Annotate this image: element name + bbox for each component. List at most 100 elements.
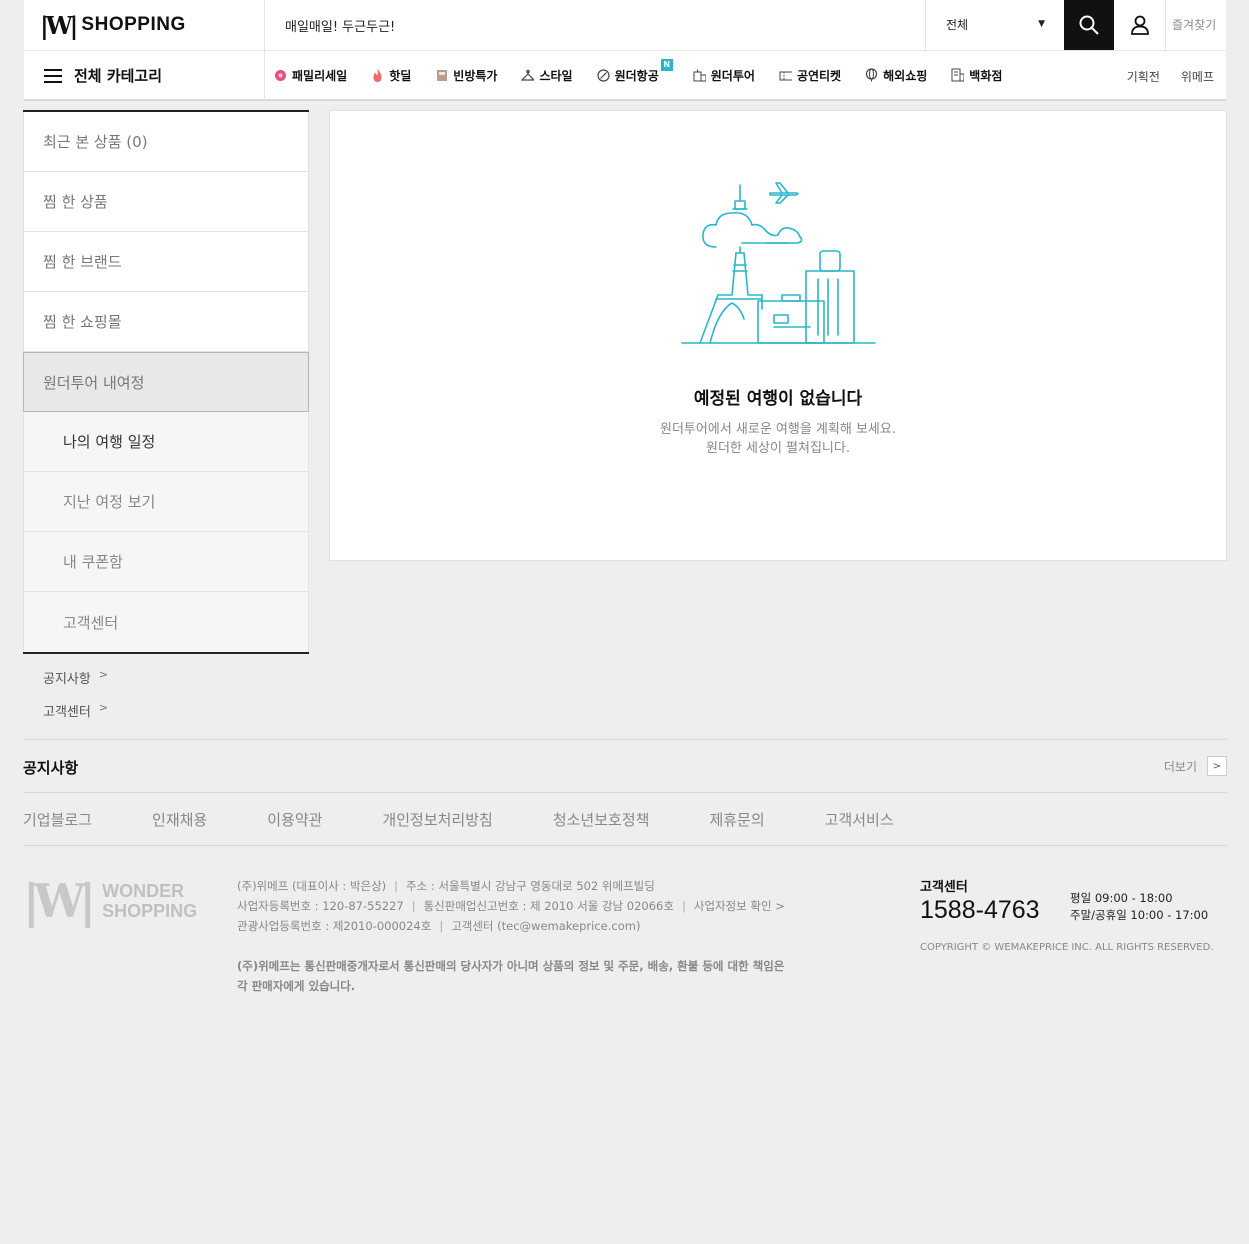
nav-room-deal[interactable]: 빈방특가 <box>435 67 497 84</box>
footer-logo-line: WONDER <box>102 881 185 901</box>
nav-department-store[interactable]: 백화점 <box>951 67 1002 84</box>
tour-icon <box>693 69 706 82</box>
company-info: (주)위메프 (대표이사 : 박은상) | 주소 : 서울특별시 강남구 영동대로 … <box>237 879 785 933</box>
nav-overseas-shopping[interactable]: 해외쇼핑 <box>865 67 927 84</box>
search-input[interactable]: 매일매일! 두근두근! <box>285 16 395 35</box>
empty-desc-line: 원더투어에서 새로운 여행을 계획해 보세요. <box>660 422 896 437</box>
hours-weekend: 주말/공휴일 10:00 - 17:00 <box>1070 908 1209 922</box>
hanger-icon <box>521 69 535 82</box>
footer-link-terms[interactable]: 이용약관 <box>267 809 322 830</box>
chevron-right-icon: > <box>1207 756 1227 776</box>
logo-text: SHOPPING <box>81 14 186 35</box>
sidebar-item-past-trips[interactable]: 지난 여정 보기 <box>23 472 309 532</box>
category-select-value: 전체 <box>946 18 969 32</box>
caret-down-icon: ▼ <box>1038 19 1045 29</box>
sidebar: 최근 본 상품 (0) 찜 한 상품 찜 한 브랜드 찜 한 쇼핑몰 원더투어 … <box>23 110 309 734</box>
sidebar-item-liked-products[interactable]: 찜 한 상품 <box>23 172 309 232</box>
all-categories-label: 전체 카테고리 <box>74 67 163 85</box>
chevron-right-icon: > <box>98 701 109 714</box>
sidebar-item-recent[interactable]: 최근 본 상품 (0) <box>23 112 309 172</box>
footer-link-youth-policy[interactable]: 청소년보호정책 <box>553 809 650 830</box>
nav-label: 스타일 <box>539 68 573 83</box>
my-account-button[interactable] <box>1114 0 1166 50</box>
nav-show-ticket[interactable]: 공연티켓 <box>779 67 841 84</box>
hours-weekday: 평일 09:00 - 18:00 <box>1070 891 1173 905</box>
globe-icon <box>865 68 878 82</box>
nav-label: 공연티켓 <box>796 68 842 83</box>
flower-icon <box>274 69 287 82</box>
header: |W| SHOPPING 매일매일! 두근두근! 전체 ▼ 즐겨찾기 전체 카테… <box>0 0 1249 101</box>
nav-label: 백화점 <box>969 68 1003 83</box>
sidebar-menu: 최근 본 상품 (0) 찜 한 상품 찜 한 브랜드 찜 한 쇼핑몰 원더투어 … <box>23 110 309 654</box>
disclaimer: (주)위메프는 통신판매중개자로서 통신판매의 당사자가 아니며 상품의 정보 … <box>237 959 785 993</box>
company-name: (주)위메프 (대표이사 : 박은상) <box>237 879 387 893</box>
nav-label: 원더투어 <box>710 68 755 83</box>
empty-state-description: 원더투어에서 새로운 여행을 계획해 보세요. 원더한 세상이 펼쳐집니다. <box>330 420 1226 458</box>
wonder-shopping-logo-icon: |W| <box>23 874 96 928</box>
sidebar-item-my-trips[interactable]: 나의 여행 일정 <box>23 412 309 472</box>
empty-state-title: 예정된 여행이 없습니다 <box>693 389 863 409</box>
sidebar-link-label: 고객센터 <box>43 705 91 720</box>
main-nav: 패밀리세일 핫딜 빈방특가 스타일 원더항공 N 원더투어 공연티켓 해외쇼핑 … <box>274 51 1002 99</box>
nav-wonder-tour[interactable]: 원더투어 <box>693 67 755 84</box>
more-label: 더보기 <box>1163 759 1197 774</box>
sidebar-item-liked-brands[interactable]: 찜 한 브랜드 <box>23 232 309 292</box>
new-badge: N <box>660 58 673 71</box>
nav-hot-deal[interactable]: 핫딜 <box>371 67 411 84</box>
footer-links: 기업블로그 인재채용 이용약관 개인정보처리방침 청소년보호정책 제휴문의 고객… <box>23 793 1227 846</box>
plane-icon <box>596 68 610 82</box>
nav-family-sale[interactable]: 패밀리세일 <box>274 67 347 84</box>
hamburger-icon <box>44 68 62 83</box>
ticket-icon <box>779 69 792 82</box>
business-info-link[interactable]: 사업자정보 확인 > <box>694 899 785 913</box>
mail-order-number: 통신판매업신고번호 : 제 2010 서울 강남 02066호 <box>423 899 674 913</box>
sidebar-item-coupons[interactable]: 내 쿠폰함 <box>23 532 309 592</box>
customer-center-info: 고객센터 1588-4763 평일 09:00 - 18:00 주말/공휴일 1… <box>920 876 1208 925</box>
sidebar-link-customer-center[interactable]: 고객센터 > <box>43 701 309 734</box>
trip-list-panel: 예정된 여행이 없습니다 원더투어에서 새로운 여행을 계획해 보세요. 원더한… <box>329 110 1227 561</box>
sidebar-item-wonder-tour[interactable]: 원더투어 내여정 <box>23 352 309 412</box>
header-nav-bar: 전체 카테고리 패밀리세일 핫딜 빈방특가 스타일 원더항공 N 원더투어 공연… <box>24 0 1226 101</box>
bed-icon <box>435 69 448 82</box>
nav-style[interactable]: 스타일 <box>521 67 573 84</box>
divider <box>264 0 265 101</box>
nav-label: 핫딜 <box>389 68 412 83</box>
travel-illustration-icon <box>681 182 876 344</box>
footer-link-partnership[interactable]: 제휴문의 <box>709 809 764 830</box>
category-select[interactable]: 전체 ▼ <box>925 0 1065 50</box>
nav-label: 원더항공 <box>614 68 659 83</box>
wemakeprice-link[interactable]: 위메프 <box>1181 68 1214 85</box>
footer-link-careers[interactable]: 인재채용 <box>152 809 207 830</box>
search-icon <box>1079 15 1099 35</box>
cs-hours: 평일 09:00 - 18:00 주말/공휴일 10:00 - 17:00 <box>1070 890 1208 924</box>
cs-title: 고객센터 <box>920 880 968 895</box>
building-icon <box>951 68 965 82</box>
special-exhibition-link[interactable]: 기획전 <box>1127 68 1160 85</box>
copyright: COPYRIGHT © WEMAKEPRICE INC. ALL RIGHTS … <box>920 942 1214 953</box>
chevron-right-icon: > <box>98 668 109 681</box>
site-logo[interactable]: |W| SHOPPING <box>40 10 186 40</box>
nav-label: 패밀리세일 <box>292 68 348 83</box>
footer-link-customer-service[interactable]: 고객서비스 <box>825 809 894 830</box>
footer-link-blog[interactable]: 기업블로그 <box>23 809 92 830</box>
fire-icon <box>371 68 384 82</box>
sidebar-link-notice[interactable]: 공지사항 > <box>43 668 309 701</box>
sidebar-item-liked-malls[interactable]: 찜 한 쇼핑몰 <box>23 292 309 352</box>
nav-wonder-air[interactable]: 원더항공 N <box>596 58 673 84</box>
footer-logo-line: SHOPPING <box>102 901 198 921</box>
cs-phone: 1588-4763 <box>920 896 1040 924</box>
sidebar-link-label: 공지사항 <box>43 672 91 687</box>
nav-label: 빈방특가 <box>453 68 498 83</box>
nav-label: 해외쇼핑 <box>883 68 928 83</box>
wemakeprice-logo-icon: |W| <box>40 10 78 40</box>
empty-desc-line: 원더한 세상이 펼쳐집니다. <box>706 441 850 456</box>
notice-title: 공지사항 <box>23 759 79 777</box>
footer-notice-bar: 공지사항 더보기 > <box>23 739 1227 793</box>
search-button[interactable] <box>1064 0 1114 50</box>
more-button[interactable]: 더보기 > <box>1164 756 1227 776</box>
favorites-link[interactable]: 즐겨찾기 <box>1172 16 1216 33</box>
footer-link-privacy[interactable]: 개인정보처리방침 <box>382 809 492 830</box>
tour-registration: 관광사업등록번호 : 제2010-000024호 <box>237 919 432 933</box>
sidebar-item-customer-center[interactable]: 고객센터 <box>23 592 309 652</box>
all-categories-button[interactable]: 전체 카테고리 <box>44 65 162 86</box>
